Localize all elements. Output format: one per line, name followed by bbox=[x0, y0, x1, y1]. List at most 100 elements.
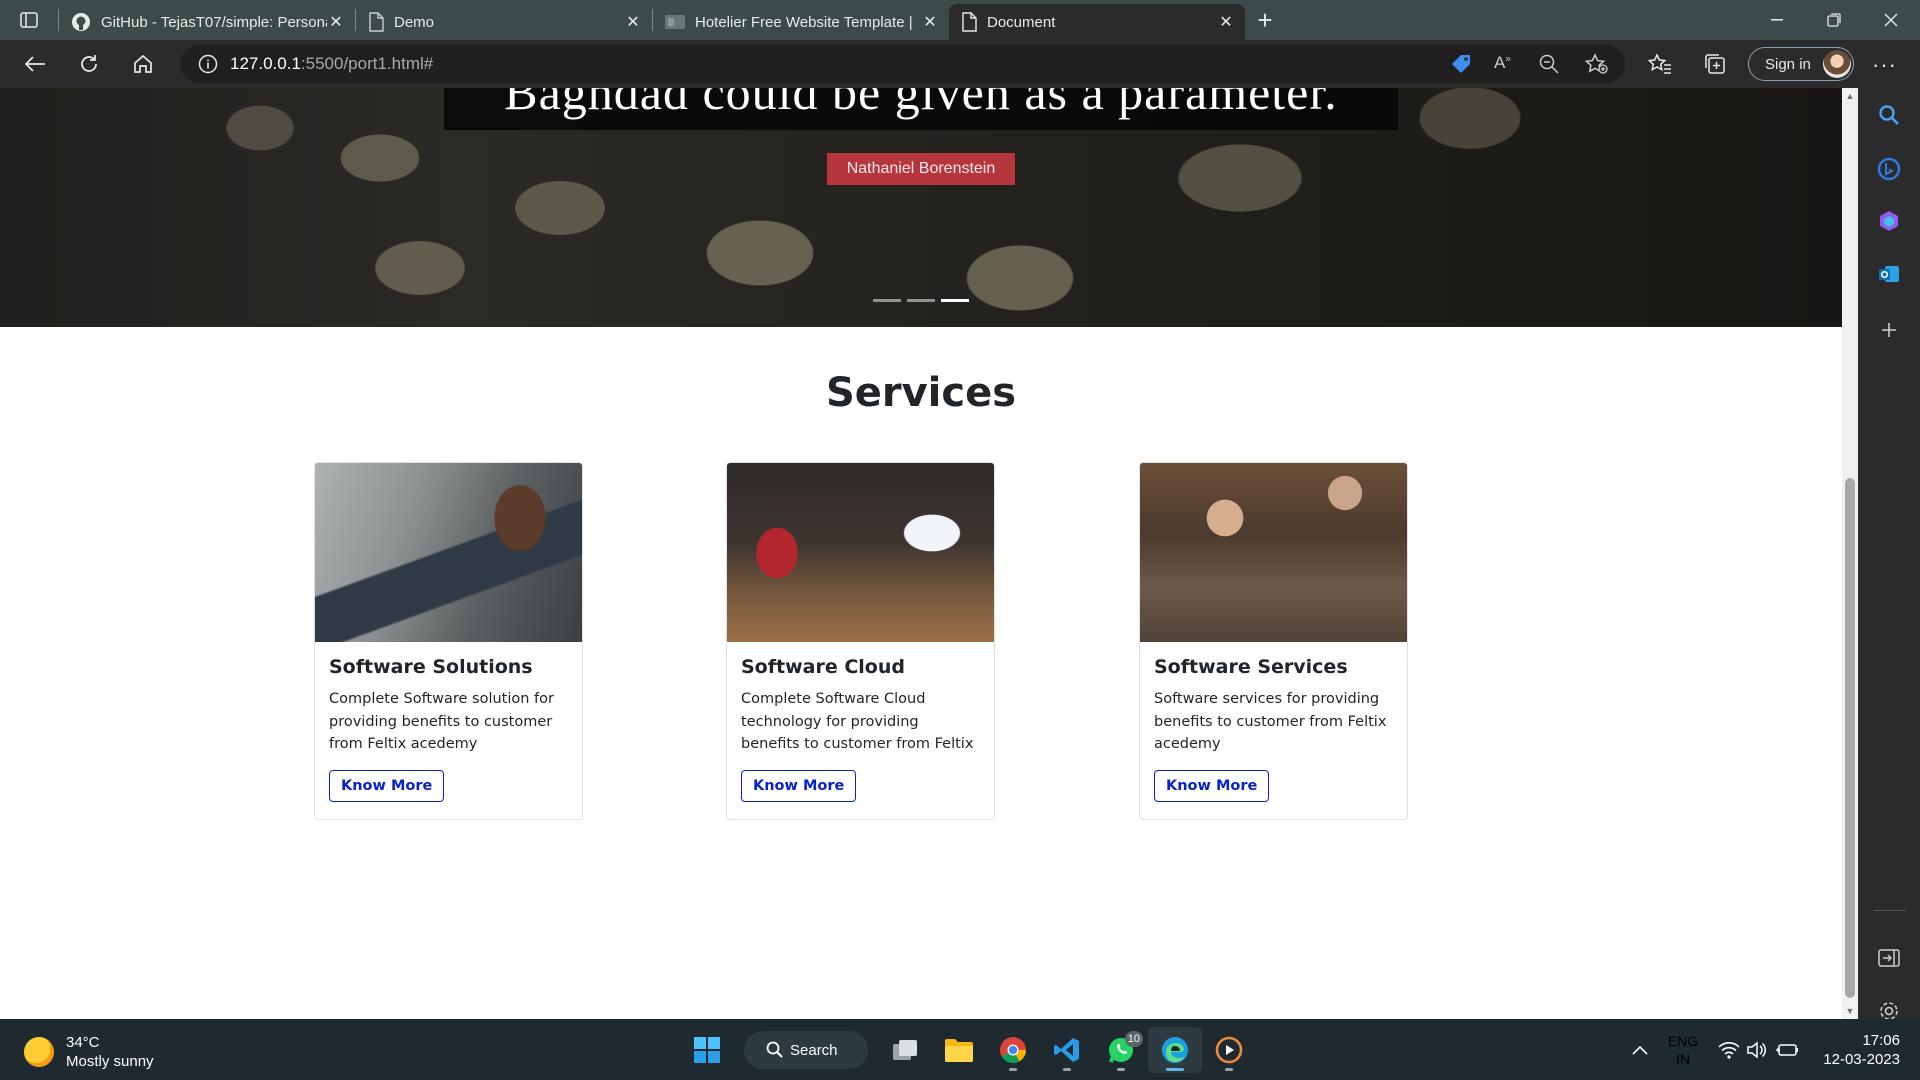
app-active-indicator bbox=[1166, 1068, 1184, 1071]
tab-title: Document bbox=[987, 13, 1056, 31]
weather-widget[interactable]: 34°C Mostly sunny bbox=[24, 1033, 154, 1071]
scroll-up-arrow-icon[interactable]: ▲ bbox=[1842, 88, 1858, 104]
sign-in-button[interactable]: Sign in bbox=[1748, 47, 1854, 81]
sidebar-search-button[interactable] bbox=[1858, 95, 1920, 135]
carousel-indicator-active[interactable] bbox=[941, 299, 969, 302]
task-view-button[interactable] bbox=[878, 1027, 932, 1073]
windows-taskbar: 34°C Mostly sunny Search 10 ENG IN 17:06… bbox=[0, 1019, 1920, 1080]
edge-icon bbox=[1162, 1037, 1188, 1063]
tab-actions-button[interactable] bbox=[0, 0, 58, 40]
taskbar-clock[interactable]: 17:06 12-03-2023 bbox=[1823, 1031, 1900, 1069]
page-icon bbox=[369, 12, 384, 32]
card-title: Software Solutions bbox=[329, 656, 533, 678]
sidebar-add-button[interactable] bbox=[1858, 310, 1920, 350]
minimize-icon bbox=[1771, 19, 1783, 21]
hero-quote: Baghdad could be given as a parameter. bbox=[444, 88, 1398, 130]
service-card-services: Software Services Software services for … bbox=[1139, 462, 1408, 820]
back-button[interactable] bbox=[8, 40, 62, 88]
close-icon[interactable]: ✕ bbox=[624, 13, 642, 31]
service-card-solutions: Software Solutions Complete Software sol… bbox=[314, 462, 583, 820]
tab-demo[interactable]: Demo ✕ bbox=[356, 6, 652, 38]
show-hidden-icons-button[interactable] bbox=[1626, 1019, 1654, 1080]
card-text: Complete Software solution for providing… bbox=[329, 691, 554, 752]
folder-icon bbox=[945, 1039, 973, 1062]
tab-document[interactable]: Document ✕ bbox=[949, 4, 1245, 40]
browser-toolbar: 127.0.0.1:5500/port1.html# A» Sign in ··… bbox=[0, 40, 1920, 88]
know-more-button[interactable]: Know More bbox=[329, 770, 445, 802]
tab-github[interactable]: GitHub - TejasT07/simple: Personal ✕ bbox=[59, 6, 355, 38]
taskbar-search-label: Search bbox=[790, 1041, 838, 1059]
volume-icon[interactable] bbox=[1744, 1019, 1770, 1080]
search-icon bbox=[766, 1041, 783, 1058]
url-text[interactable]: 127.0.0.1:5500/port1.html# bbox=[230, 54, 433, 74]
start-button[interactable] bbox=[680, 1027, 734, 1073]
page-viewport: Baghdad could be given as a parameter. N… bbox=[0, 88, 1842, 1019]
address-bar[interactable]: 127.0.0.1:5500/port1.html# A» bbox=[180, 45, 1625, 83]
sidebar-hide-button[interactable] bbox=[1858, 938, 1920, 978]
app-running-indicator bbox=[1063, 1068, 1071, 1071]
minimize-button[interactable] bbox=[1748, 0, 1806, 40]
edge-button[interactable] bbox=[1148, 1027, 1202, 1073]
close-icon[interactable]: ✕ bbox=[327, 13, 345, 31]
edge-sidebar bbox=[1858, 88, 1920, 1020]
shopping-tag-icon[interactable] bbox=[1450, 53, 1472, 80]
card-title: Software Services bbox=[1154, 656, 1348, 678]
url-path: :5500/port1.html# bbox=[300, 54, 434, 73]
chrome-icon bbox=[1000, 1037, 1027, 1064]
refresh-button[interactable] bbox=[62, 40, 116, 88]
carousel-indicator[interactable] bbox=[907, 299, 935, 302]
file-explorer-button[interactable] bbox=[932, 1027, 986, 1073]
carousel-indicator[interactable] bbox=[873, 299, 901, 302]
card-text: Complete Software Cloud technology for p… bbox=[741, 691, 974, 752]
close-window-button[interactable] bbox=[1862, 0, 1920, 40]
tab-hotelier[interactable]: Hotelier Free Website Template | ✕ bbox=[653, 6, 949, 38]
collections-button[interactable] bbox=[1704, 53, 1726, 80]
more-options-button[interactable]: ··· bbox=[1872, 52, 1897, 78]
whatsapp-button[interactable]: 10 bbox=[1094, 1027, 1148, 1073]
close-icon[interactable]: ✕ bbox=[1217, 13, 1235, 31]
weather-sun-icon bbox=[24, 1037, 54, 1067]
read-aloud-icon[interactable]: A» bbox=[1494, 53, 1511, 73]
know-more-button[interactable]: Know More bbox=[1154, 770, 1270, 802]
close-icon[interactable]: ✕ bbox=[921, 13, 939, 31]
media-player-icon bbox=[1215, 1036, 1243, 1064]
hide-sidebar-icon bbox=[1878, 949, 1900, 967]
carousel-indicators bbox=[873, 299, 969, 302]
page-icon bbox=[962, 12, 977, 32]
know-more-button[interactable]: Know More bbox=[741, 770, 857, 802]
add-favorite-icon[interactable] bbox=[1584, 53, 1608, 80]
sidebar-bing-button[interactable] bbox=[1858, 149, 1920, 189]
url-host: 127.0.0.1 bbox=[230, 54, 301, 73]
scroll-thumb[interactable] bbox=[1845, 478, 1855, 998]
sidebar-shopping-button[interactable] bbox=[1858, 201, 1920, 241]
site-info-button[interactable] bbox=[186, 54, 230, 74]
card-text: Software services for providing benefits… bbox=[1154, 691, 1387, 752]
hero-quote-text: Baghdad could be given as a parameter. bbox=[504, 88, 1338, 120]
language-indicator[interactable]: ENG IN bbox=[1664, 1019, 1702, 1080]
sidebar-outlook-button[interactable] bbox=[1858, 254, 1920, 294]
more-icon: ··· bbox=[1872, 52, 1897, 77]
chrome-button[interactable] bbox=[986, 1027, 1040, 1073]
collections-icon bbox=[1705, 54, 1725, 74]
card-image-meeting bbox=[727, 463, 994, 642]
notification-badge: 10 bbox=[1124, 1031, 1143, 1047]
close-icon bbox=[1884, 13, 1898, 27]
service-card-cloud: Software Cloud Complete Software Cloud t… bbox=[726, 462, 995, 820]
media-player-button[interactable] bbox=[1202, 1027, 1256, 1073]
new-tab-button[interactable]: + bbox=[1245, 0, 1285, 40]
vscode-icon bbox=[1054, 1038, 1079, 1062]
restore-icon bbox=[1827, 13, 1841, 27]
page-scrollbar[interactable]: ▲ ▼ bbox=[1842, 88, 1858, 1019]
favorites-button[interactable] bbox=[1647, 53, 1672, 80]
restore-button[interactable] bbox=[1805, 0, 1863, 40]
vscode-button[interactable] bbox=[1040, 1027, 1094, 1073]
home-button[interactable] bbox=[116, 40, 170, 88]
taskbar-search[interactable]: Search bbox=[744, 1031, 868, 1069]
zoom-out-icon[interactable] bbox=[1538, 53, 1560, 80]
app-running-indicator bbox=[1009, 1068, 1017, 1071]
clock-date: 12-03-2023 bbox=[1823, 1051, 1900, 1068]
battery-icon[interactable] bbox=[1774, 1019, 1800, 1080]
scroll-down-arrow-icon[interactable]: ▼ bbox=[1842, 1003, 1858, 1019]
wifi-icon[interactable] bbox=[1716, 1019, 1742, 1080]
app-running-indicator bbox=[1117, 1068, 1125, 1071]
